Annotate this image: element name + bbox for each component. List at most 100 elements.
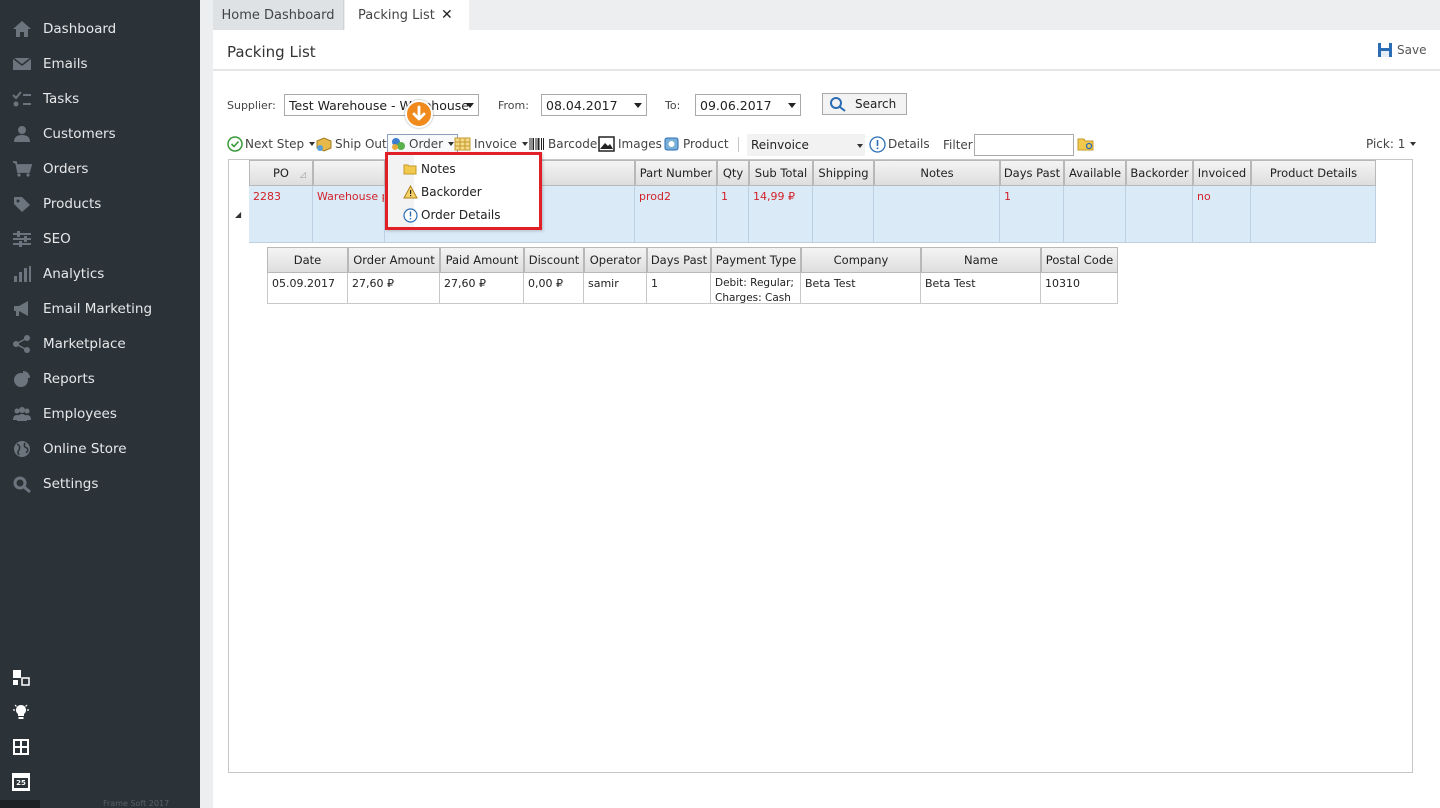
cell-part-number[interactable]: prod2	[635, 186, 717, 243]
sidebar-item-customers[interactable]: Customers	[0, 116, 200, 151]
sidebar-item-email-marketing[interactable]: Email Marketing	[0, 291, 200, 326]
column-header-qty[interactable]: Qty	[717, 160, 749, 186]
calendar-icon[interactable]: 25	[12, 773, 30, 791]
column-header-backorder[interactable]: Backorder	[1126, 160, 1193, 186]
cell-backorder[interactable]	[1126, 186, 1193, 243]
sidebar-item-analytics[interactable]: Analytics	[0, 256, 200, 291]
tag-icon	[14, 196, 30, 212]
cell-notes[interactable]	[874, 186, 1000, 243]
cell-qty[interactable]: 1	[717, 186, 749, 243]
subgrid-cell-operator[interactable]: samir	[584, 273, 647, 304]
cell-invoiced[interactable]: no	[1193, 186, 1251, 243]
supplier-select[interactable]: Test Warehouse - Warehouse	[284, 94, 479, 116]
subgrid-cell-postal-code[interactable]: 10310	[1041, 273, 1118, 304]
subgrid-header-postal-code[interactable]: Postal Code	[1041, 247, 1118, 273]
subgrid-header-date[interactable]: Date	[267, 247, 348, 273]
to-date-picker[interactable]: 09.06.2017	[695, 94, 801, 116]
sidebar-item-emails[interactable]: Emails	[0, 46, 200, 81]
subgrid-cell-discount[interactable]: 0,00 ₽	[524, 273, 584, 304]
column-label: Part Number	[639, 166, 713, 180]
sidebar-item-tasks[interactable]: Tasks	[0, 81, 200, 116]
sidebar-item-settings[interactable]: Settings	[0, 466, 200, 501]
from-date-value: 08.04.2017	[546, 98, 618, 113]
cell-warehouse[interactable]: Warehouse pr	[313, 186, 385, 243]
column-header-part-number[interactable]: Part Number	[635, 160, 717, 186]
subgrid-header-days-past[interactable]: Days Past	[647, 247, 711, 273]
cell-available[interactable]	[1064, 186, 1126, 243]
subgrid-header-payment-type[interactable]: Payment Type	[711, 247, 801, 273]
subgrid-cell-days-past[interactable]: 1	[647, 273, 711, 304]
sidebar-item-marketplace[interactable]: Marketplace	[0, 326, 200, 361]
column-header-notes[interactable]: Notes	[874, 160, 1000, 186]
order-dropdown-button[interactable]: Order	[387, 134, 459, 154]
details-button[interactable]: Details	[869, 135, 930, 153]
info-icon	[403, 207, 418, 223]
panel-header: Packing List Save	[213, 30, 1440, 71]
sidebar-item-label: Emails	[43, 55, 88, 72]
subgrid-cell-payment-type[interactable]: Debit: Regular; Charges: Cash	[711, 273, 801, 304]
sidebar-item-employees[interactable]: Employees	[0, 396, 200, 431]
tab-packing-list[interactable]: Packing List ✕	[345, 0, 469, 30]
filter-label: Filter	[943, 138, 973, 152]
folder-search-icon[interactable]	[1077, 136, 1095, 152]
subgrid-header-operator[interactable]: Operator	[584, 247, 647, 273]
subgrid-cell-order-amount[interactable]: 27,60 ₽	[348, 273, 440, 304]
tab-home-dashboard[interactable]: Home Dashboard	[213, 0, 344, 30]
cell-product-details[interactable]	[1251, 186, 1376, 243]
subgrid-cell-company[interactable]: Beta Test	[801, 273, 921, 304]
save-button[interactable]: Save	[1377, 42, 1426, 58]
details-label: Details	[888, 137, 930, 151]
subgrid-header-name[interactable]: Name	[921, 247, 1041, 273]
column-header-days-past[interactable]: Days Past	[1000, 160, 1064, 186]
search-button[interactable]: Search	[822, 93, 907, 115]
sidebar-item-online-store[interactable]: Online Store	[0, 431, 200, 466]
reinvoice-select[interactable]: Reinvoice	[747, 134, 865, 156]
toolbar-separator	[738, 137, 739, 152]
column-header-sub-total[interactable]: Sub Total	[749, 160, 813, 186]
cell-sub-total[interactable]: 14,99 ₽	[749, 186, 813, 243]
product-button[interactable]: Product	[663, 135, 729, 153]
subgrid-header-order-amount[interactable]: Order Amount	[348, 247, 440, 273]
pick-dropdown[interactable]: Pick: 1	[1366, 135, 1417, 153]
sidebar-item-reports[interactable]: Reports	[0, 361, 200, 396]
close-icon[interactable]: ✕	[441, 7, 453, 23]
sidebar-item-seo[interactable]: SEO	[0, 221, 200, 256]
expand-row-icon[interactable]: ◢	[235, 210, 241, 219]
barcode-button[interactable]: Barcode	[528, 135, 597, 153]
subgrid-header-paid-amount[interactable]: Paid Amount	[440, 247, 524, 273]
sidebar-item-products[interactable]: Products	[0, 186, 200, 221]
calculator-icon[interactable]	[12, 738, 30, 756]
column-header-shipping[interactable]: Shipping	[813, 160, 874, 186]
subgrid-header-discount[interactable]: Discount	[524, 247, 584, 273]
sidebar-item-dashboard[interactable]: Dashboard	[0, 11, 200, 46]
next-step-button[interactable]: Next Step	[227, 135, 316, 153]
column-header-2[interactable]	[313, 160, 385, 186]
menu-item-label: Order Details	[421, 208, 501, 222]
invoice-button[interactable]: Invoice	[454, 135, 528, 153]
column-header-product-details[interactable]: Product Details	[1251, 160, 1376, 186]
cell-shipping[interactable]	[813, 186, 874, 243]
barcode-icon	[529, 138, 544, 150]
images-button[interactable]: Images	[598, 135, 662, 153]
image-icon	[598, 136, 615, 152]
sidebar-item-label: Email Marketing	[43, 300, 153, 317]
column-header-available[interactable]: Available	[1064, 160, 1126, 186]
from-date-picker[interactable]: 08.04.2017	[541, 94, 647, 116]
column-header-po[interactable]: PO ◿	[249, 160, 313, 186]
menu-item-notes[interactable]: Notes	[403, 159, 456, 179]
sidebar-item-orders[interactable]: Orders	[0, 151, 200, 186]
subgrid-header-company[interactable]: Company	[801, 247, 921, 273]
subgrid-cell-paid-amount[interactable]: 27,60 ₽	[440, 273, 524, 304]
menu-item-order-details[interactable]: Order Details	[403, 205, 501, 225]
subgrid-cell-date[interactable]: 05.09.2017	[267, 273, 348, 304]
windows-icon[interactable]	[12, 669, 30, 687]
cell-po[interactable]: 2283	[249, 186, 313, 243]
notes-icon	[403, 164, 417, 175]
subgrid-cell-name[interactable]: Beta Test	[921, 273, 1041, 304]
column-header-invoiced[interactable]: Invoiced	[1193, 160, 1251, 186]
menu-item-backorder[interactable]: Backorder	[403, 182, 482, 202]
cell-days-past[interactable]: 1	[1000, 186, 1064, 243]
filter-input[interactable]	[974, 134, 1074, 156]
lightbulb-icon[interactable]	[12, 703, 30, 721]
ship-out-button[interactable]: Ship Out	[315, 135, 387, 153]
